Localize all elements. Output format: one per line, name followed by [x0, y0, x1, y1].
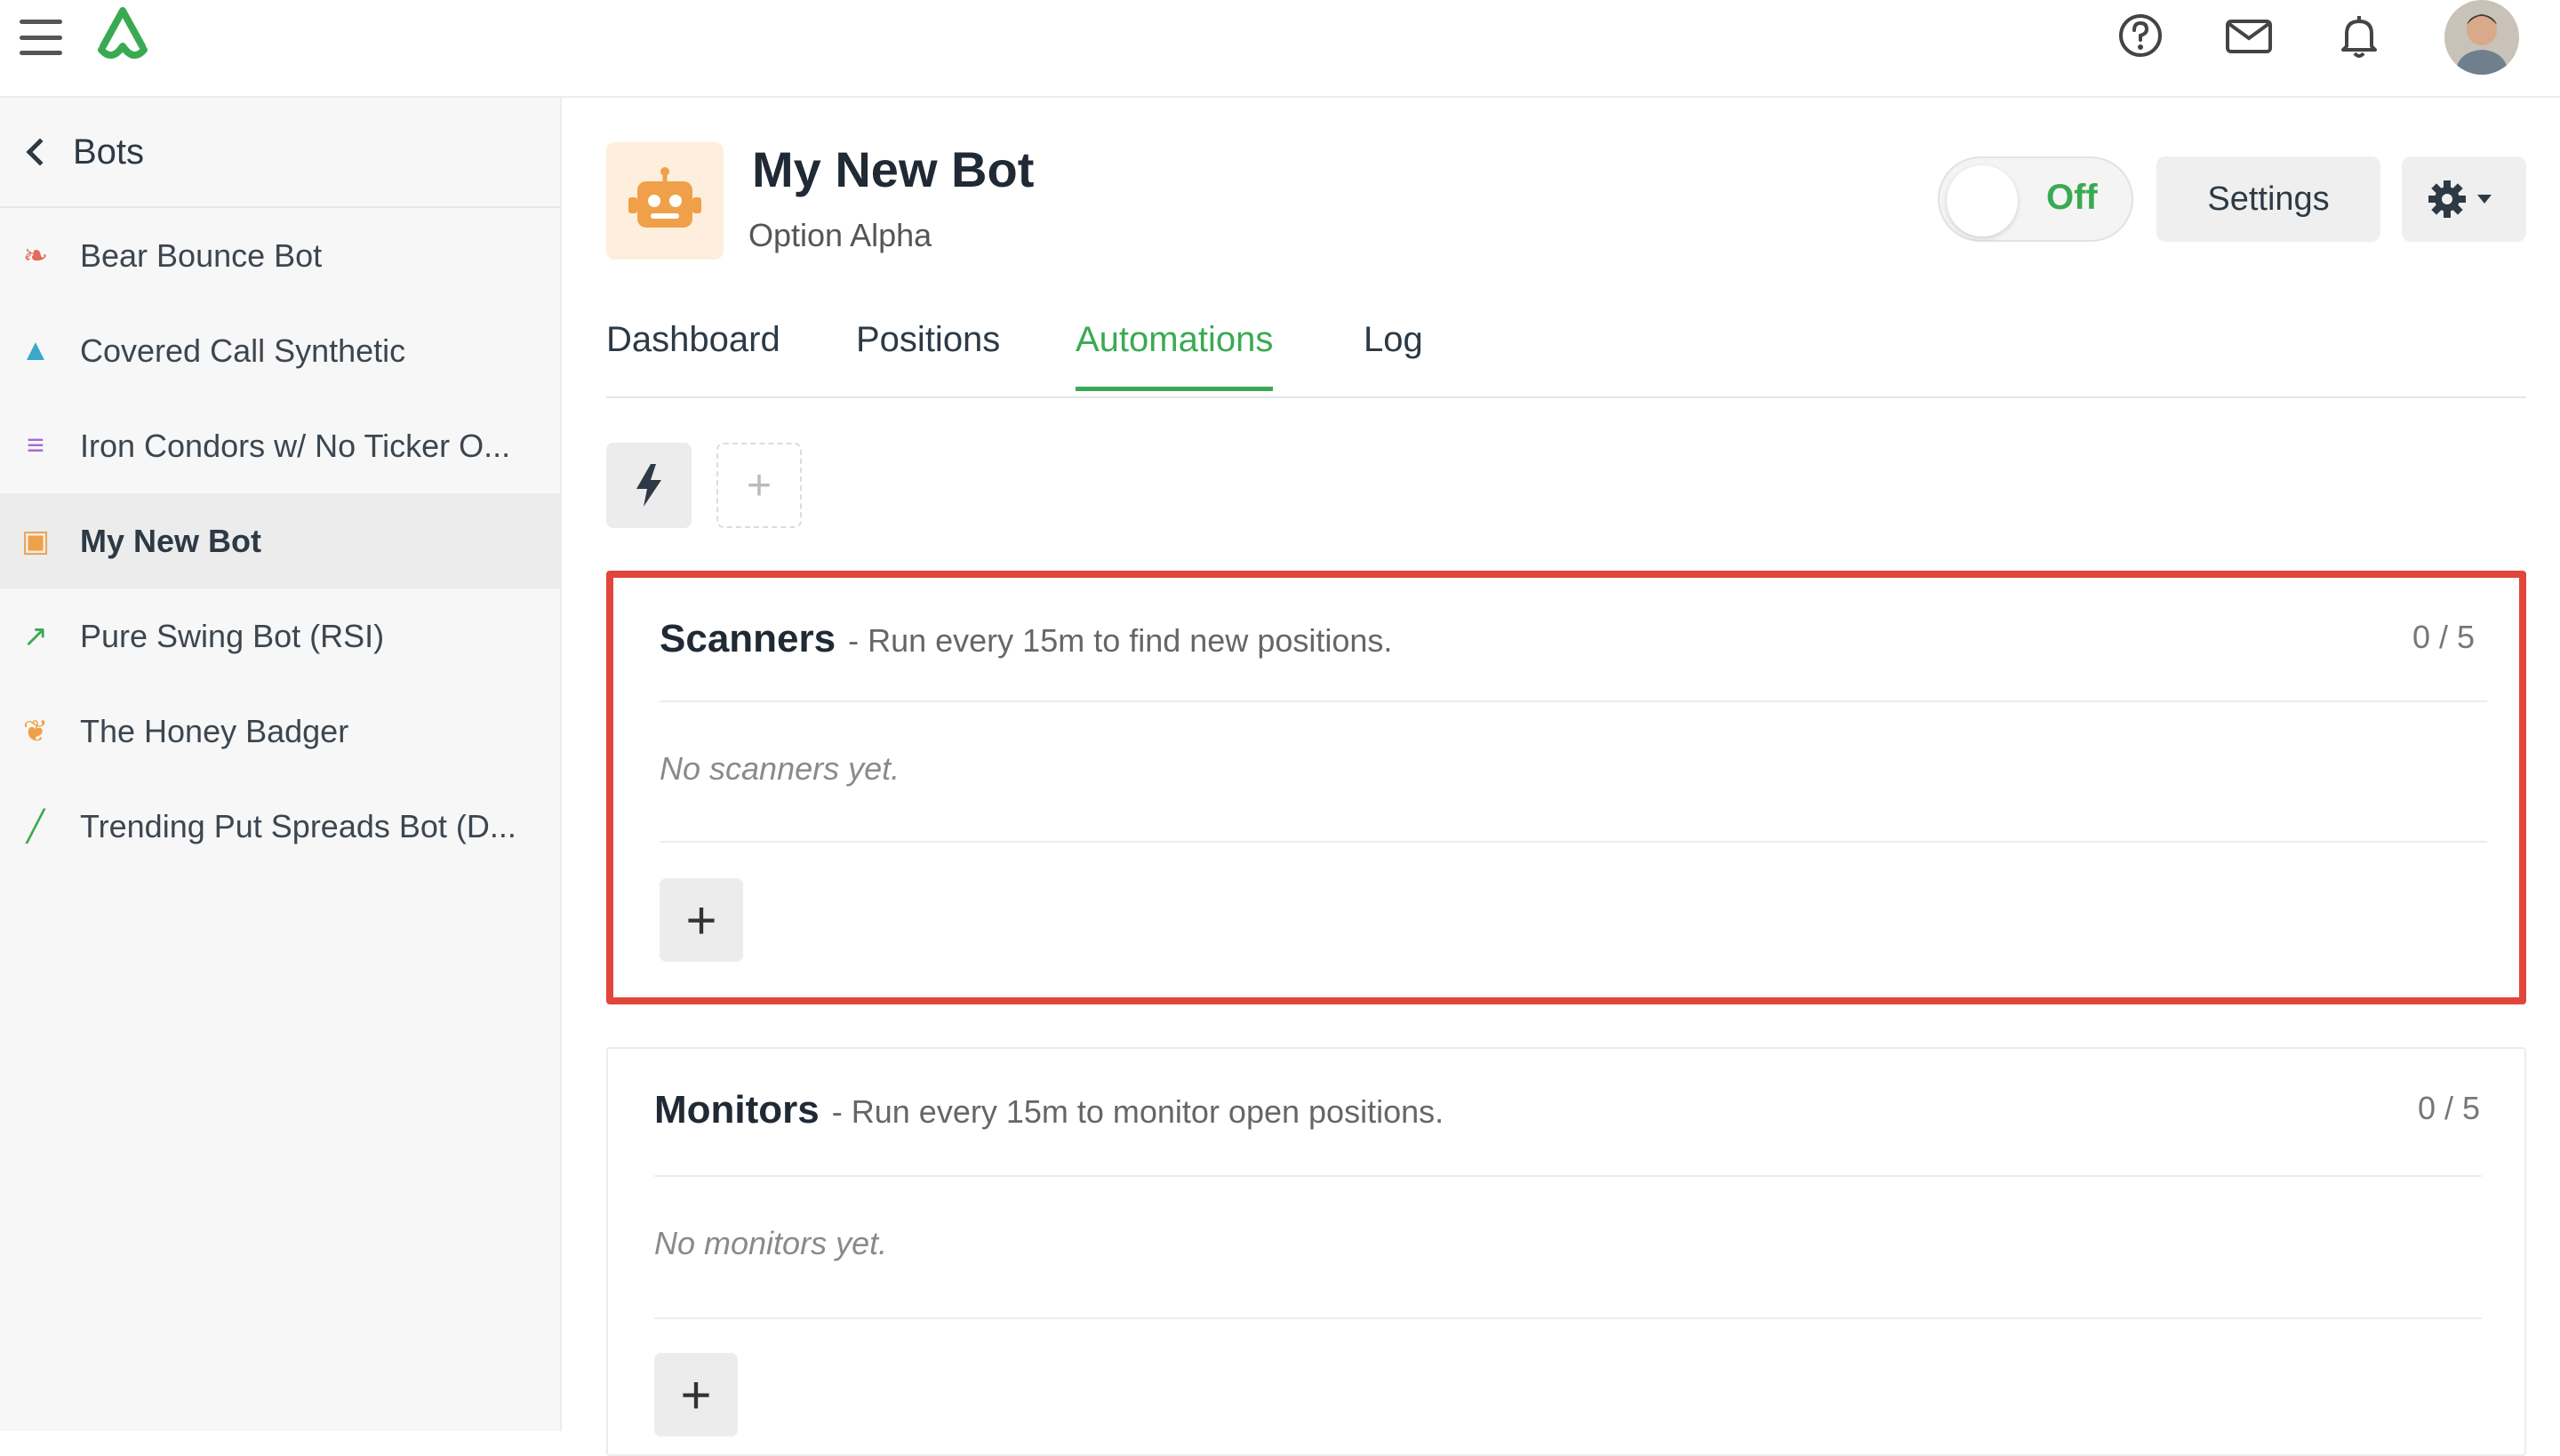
sidebar-bot-label: Iron Condors w/ No Ticker O... — [80, 427, 511, 464]
monitors-title: Monitors — [654, 1088, 820, 1132]
mail-icon[interactable] — [2222, 9, 2276, 62]
sidebar-title: Bots — [73, 132, 145, 172]
scanners-count: 0 / 5 — [2412, 619, 2475, 655]
monitors-description: - Run every 15m to monitor open position… — [831, 1093, 1444, 1130]
add-trigger-button[interactable]: + — [716, 443, 802, 528]
add-monitor-button[interactable]: + — [654, 1353, 738, 1436]
divider — [660, 700, 2487, 702]
triangle-icon: ▲ — [20, 333, 51, 367]
lightning-icon — [636, 464, 661, 507]
sidebar-back-link[interactable]: Bots — [0, 98, 560, 208]
scanners-title: Scanners — [660, 617, 836, 660]
toggle-label: Off — [2046, 178, 2098, 217]
divider — [654, 1175, 2482, 1177]
scanners-section: Scanners - Run every 15m to find new posi… — [606, 571, 2526, 1004]
gear-dropdown-button[interactable] — [2402, 156, 2526, 242]
monitors-count: 0 / 5 — [2417, 1090, 2480, 1126]
chevron-left-icon — [26, 138, 54, 166]
bot-owner: Option Alpha — [748, 217, 932, 253]
logo-icon[interactable] — [89, 5, 156, 68]
sidebar: Bots ❧ Bear Bounce Bot ▲ Covered Call Synth… — [0, 98, 562, 1431]
tab-dashboard[interactable]: Dashboard — [606, 320, 780, 387]
main-content: My New Bot Option Alpha Off Settings Das… — [564, 98, 2560, 1456]
sidebar-bot-item[interactable]: ▣ My New Bot — [0, 493, 560, 588]
divider — [660, 841, 2487, 843]
bell-icon[interactable] — [2332, 9, 2386, 62]
robot-icon: ▣ — [20, 524, 51, 558]
sidebar-bot-label: Pure Swing Bot (RSI) — [80, 617, 385, 654]
tab-automations[interactable]: Automations — [1076, 320, 1274, 391]
rocket-icon: ↗ — [22, 619, 49, 653]
condor-icon: ≡ — [27, 428, 44, 462]
sidebar-bot-label: Bear Bounce Bot — [80, 236, 323, 274]
paw-icon: ❧ — [22, 238, 49, 273]
scanners-empty-text: No scanners yet. — [660, 750, 900, 787]
sidebar-bot-item[interactable]: ╱ Trending Put Spreads Bot (D... — [0, 779, 560, 874]
scanners-description: - Run every 15m to find new positions. — [848, 622, 1393, 659]
sidebar-bot-label: My New Bot — [80, 522, 262, 559]
avatar[interactable] — [2444, 0, 2519, 75]
sidebar-bot-item[interactable]: ≡ Iron Condors w/ No Ticker O... — [0, 398, 560, 493]
sidebar-bot-item[interactable]: ❦ The Honey Badger — [0, 684, 560, 779]
sidebar-bot-label: Covered Call Synthetic — [80, 332, 406, 369]
tab-log[interactable]: Log — [1364, 320, 1423, 387]
settings-button[interactable]: Settings — [2156, 156, 2380, 242]
bot-title: My New Bot — [752, 141, 1035, 197]
top-bar — [0, 0, 2560, 98]
monitors-empty-text: No monitors yet. — [654, 1225, 888, 1261]
tab-bar — [606, 396, 2526, 398]
help-icon[interactable] — [2114, 9, 2167, 62]
menu-icon[interactable] — [20, 20, 62, 55]
bot-list: ❧ Bear Bounce Bot ▲ Covered Call Synthetic ≡… — [0, 208, 560, 874]
trigger-button[interactable] — [606, 443, 692, 528]
sidebar-bot-item[interactable]: ▲ Covered Call Synthetic — [0, 303, 560, 398]
toggle-knob — [1947, 165, 2018, 236]
badger-icon: ❦ — [22, 714, 49, 748]
scanners-header: Scanners - Run every 15m to find new posi… — [660, 617, 1392, 661]
chart-icon: ╱ — [26, 809, 45, 844]
robot-icon — [628, 167, 701, 228]
chevron-down-icon — [2477, 195, 2492, 204]
sidebar-bot-label: Trending Put Spreads Bot (D... — [80, 807, 516, 844]
divider — [654, 1317, 2482, 1319]
sidebar-bot-item[interactable]: ❧ Bear Bounce Bot — [0, 208, 560, 303]
add-scanner-button[interactable]: + — [660, 878, 743, 962]
bot-avatar — [606, 142, 724, 260]
sidebar-bot-label: The Honey Badger — [80, 712, 349, 749]
monitors-section: Monitors - Run every 15m to monitor open … — [606, 1047, 2526, 1456]
gear-icon — [2428, 180, 2492, 218]
monitors-header: Monitors - Run every 15m to monitor open … — [654, 1088, 1444, 1132]
tab-positions[interactable]: Positions — [856, 320, 1000, 387]
bot-on-off-toggle[interactable]: Off — [1938, 156, 2133, 242]
sidebar-bot-item[interactable]: ↗ Pure Swing Bot (RSI) — [0, 588, 560, 684]
